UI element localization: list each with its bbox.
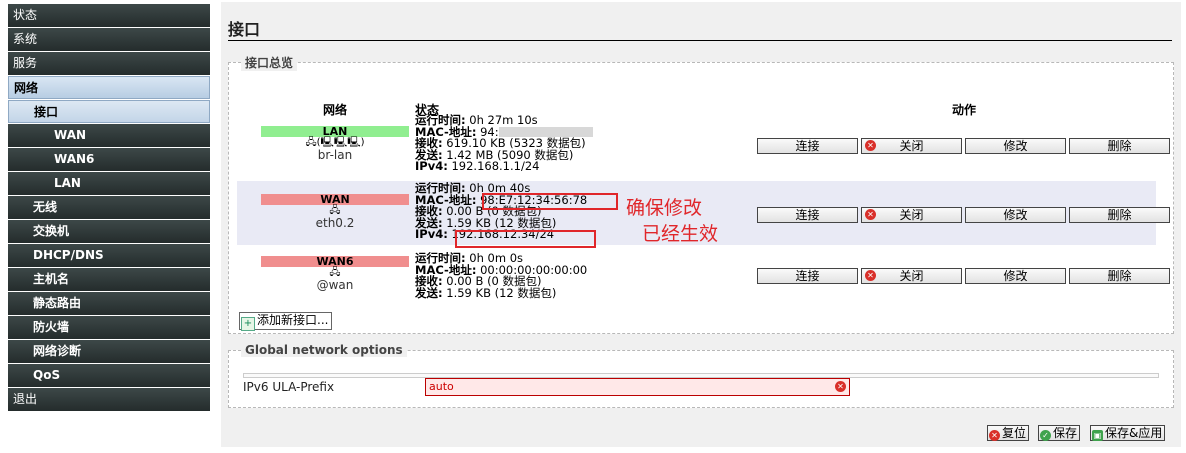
save-button[interactable]: ✓ 保存 — [1038, 425, 1081, 441]
save-label: 保存 — [1053, 426, 1078, 440]
interface-wan-cell: WAN 🖧 eth0.2 — [261, 194, 409, 230]
nav-interface-wan[interactable]: WAN — [8, 124, 210, 147]
tx-label: 发送: — [415, 285, 443, 300]
ipv4-label: IPv4: — [415, 227, 448, 241]
ipv4-highlight-box — [455, 230, 596, 248]
nav-interface-lan[interactable]: LAN — [8, 172, 210, 195]
ipv4-value: 192.168.1.1/24 — [451, 159, 540, 173]
interface-device: br-lan — [317, 148, 353, 162]
interface-name-badge: WAN — [261, 194, 409, 205]
interface-overview-legend: 接口总览 — [241, 54, 298, 71]
save-icon: ✓ — [1040, 430, 1051, 441]
lan-edit-button[interactable]: 修改 — [965, 138, 1066, 154]
mac-redaction — [498, 126, 593, 137]
reset-button[interactable]: ✕ 复位 — [987, 425, 1030, 441]
page-title: 接口 — [228, 16, 1172, 41]
interface-wan6-cell: WAN6 🖧 @wan — [261, 256, 409, 292]
save-apply-button[interactable]: ▣ 保存&应用 — [1090, 425, 1166, 441]
nav-status[interactable]: 状态 — [8, 4, 210, 27]
sidebar-nav: 状态 系统 服务 网络 接口 WAN WAN6 LAN 无线 交换机 DHCP/… — [8, 4, 210, 412]
save-apply-label: 保存&应用 — [1105, 426, 1163, 440]
global-options-legend: Global network options — [241, 343, 407, 357]
wan6-edit-button[interactable]: 修改 — [965, 268, 1066, 284]
nav-hostnames[interactable]: 主机名 — [8, 268, 210, 291]
interface-lan-cell: LAN 🖧(🖳🖳🖳) br-lan — [261, 126, 409, 162]
annotation-line-2: 已经生效 — [642, 223, 719, 245]
nav-services[interactable]: 服务 — [8, 52, 210, 75]
interface-device: @wan — [316, 278, 354, 292]
interface-name-badge: LAN — [261, 126, 409, 137]
wan-edit-button[interactable]: 修改 — [965, 207, 1066, 223]
wan-delete-button[interactable]: 删除 — [1069, 207, 1170, 223]
nav-diagnostics[interactable]: 网络诊断 — [8, 340, 210, 363]
nav-interfaces[interactable]: 接口 — [8, 100, 210, 123]
close-icon: ✕ — [865, 209, 876, 220]
mac-highlight-box — [482, 193, 618, 210]
nav-logout[interactable]: 退出 — [8, 388, 210, 411]
ipv4-label: IPv4: — [415, 159, 448, 173]
wan-close-button[interactable]: ✕ 关闭 — [861, 207, 962, 223]
lan-connect-button[interactable]: 连接 — [757, 138, 858, 154]
interface-lan-status: 运行时间: 0h 27m 10s MAC-地址: 94: 接收: 619.10 … — [415, 114, 745, 173]
add-interface-button[interactable]: + 添加新接口... — [239, 312, 333, 331]
close-button-label: 关闭 — [899, 208, 924, 222]
nav-switch[interactable]: 交换机 — [8, 220, 210, 243]
column-header-actions: 动作 — [952, 103, 977, 117]
ula-prefix-label: IPv6 ULA-Prefix — [243, 380, 335, 394]
nav-qos[interactable]: QoS — [8, 364, 210, 387]
lan-close-button[interactable]: ✕ 关闭 — [861, 138, 962, 154]
interface-overview-section: 接口总览 网络 状态 动作 LAN 🖧(🖳🖳🖳) br-lan 运行时间: 0h… — [228, 54, 1174, 334]
close-button-label: 关闭 — [899, 269, 924, 283]
annotation-line-1: 确保修改 — [626, 197, 703, 219]
nav-interface-wan6[interactable]: WAN6 — [8, 148, 210, 171]
interface-device: eth0.2 — [315, 216, 355, 230]
ula-prefix-value: auto — [429, 380, 454, 393]
reset-label: 复位 — [1002, 426, 1027, 440]
add-icon: + — [241, 317, 255, 331]
nav-dhcp-dns[interactable]: DHCP/DNS — [8, 244, 210, 267]
nav-firewall[interactable]: 防火墙 — [8, 316, 210, 339]
nav-static-routes[interactable]: 静态路由 — [8, 292, 210, 315]
close-button-label: 关闭 — [899, 139, 924, 153]
wan-connect-button[interactable]: 连接 — [757, 207, 858, 223]
interface-wan6-status: 运行时间: 0h 0m 0s MAC-地址: 00:00:00:00:00:00… — [415, 252, 745, 300]
nav-system[interactable]: 系统 — [8, 28, 210, 51]
column-header-network: 网络 — [323, 103, 348, 117]
close-icon: ✕ — [865, 270, 876, 281]
wan6-connect-button[interactable]: 连接 — [757, 268, 858, 284]
wan6-delete-button[interactable]: 删除 — [1069, 268, 1170, 284]
wan6-close-button[interactable]: ✕ 关闭 — [861, 268, 962, 284]
apply-icon: ▣ — [1092, 430, 1103, 441]
main-content: 接口 接口总览 网络 状态 动作 LAN 🖧(🖳🖳🖳) br-lan 运行时间:… — [221, 2, 1181, 447]
nav-network[interactable]: 网络 — [8, 76, 210, 99]
add-interface-label: 添加新接口... — [257, 313, 329, 327]
clear-icon[interactable]: ✕ — [835, 381, 846, 392]
reset-icon: ✕ — [989, 430, 1000, 441]
nav-wireless[interactable]: 无线 — [8, 196, 210, 219]
lan-delete-button[interactable]: 删除 — [1069, 138, 1170, 154]
tx-value: 1.59 KB (12 数据包) — [446, 285, 557, 300]
interface-name-badge: WAN6 — [261, 256, 409, 267]
ula-prefix-input[interactable]: auto ✕ — [425, 378, 850, 396]
close-icon: ✕ — [865, 140, 876, 151]
